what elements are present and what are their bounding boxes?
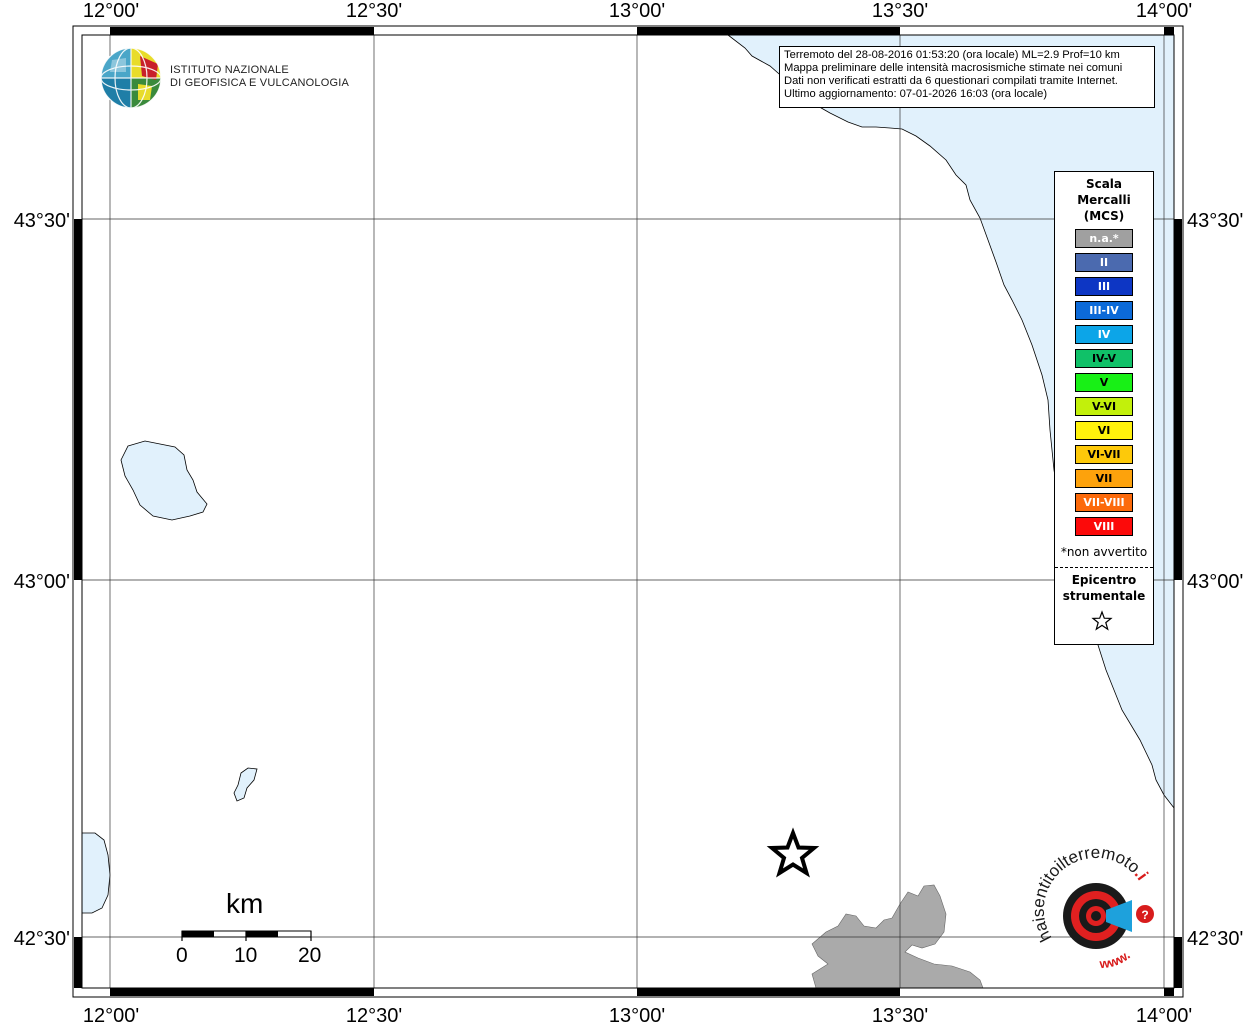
legend-item-viii: VIII <box>1075 517 1133 536</box>
bottom-lon-label: 13°30' <box>872 1005 928 1024</box>
bottom-lon-label: 12°30' <box>346 1005 402 1024</box>
legend-item-v-vi: V-VI <box>1075 397 1133 416</box>
legend-item-vi: VI <box>1075 421 1133 440</box>
top-lon-label: 12°00' <box>83 0 139 22</box>
top-lon-label: 12°30' <box>346 0 402 22</box>
epicenter-label-line: strumentale <box>1062 589 1146 603</box>
event-info-line: Mappa preliminare delle intensità macros… <box>784 62 1123 74</box>
scale-tick-label: 0 <box>176 944 188 967</box>
legend-item-ii: II <box>1075 253 1133 272</box>
legend-item-iv-v: IV-V <box>1075 349 1133 368</box>
bottom-lon-label: 13°00' <box>609 1005 665 1024</box>
legend-title-line: (MCS) <box>1083 209 1125 223</box>
left-lat-label: 43°00' <box>14 571 70 593</box>
legend-item-iv: IV <box>1075 325 1133 344</box>
legend-title-line: Mercalli <box>1077 193 1131 207</box>
legend-star-icon <box>1091 610 1113 631</box>
legend-title: Scala Mercalli (MCS) <box>1055 176 1153 224</box>
scale-tick-label: 20 <box>298 944 322 967</box>
event-info-line: Ultimo aggiornamento: 07-01-2026 16:03 (… <box>784 88 1048 100</box>
legend-title-line: Scala <box>1085 177 1123 191</box>
top-lon-label: 13°30' <box>872 0 928 22</box>
top-lon-label: 13°00' <box>609 0 665 22</box>
epicenter-label: Epicentro strumentale <box>1055 572 1153 604</box>
ingv-logo-text: ISTITUTO NAZIONALE DI GEOFISICA E VULCAN… <box>170 64 349 90</box>
epicenter-label-line: Epicentro <box>1071 573 1137 587</box>
legend-item-vii-viii: VII-VIII <box>1075 493 1133 512</box>
event-info-line: Dati non verificati estratti da 6 questi… <box>784 75 1118 87</box>
legend-item-iii: III <box>1075 277 1133 296</box>
left-lat-label: 42°30' <box>14 928 70 950</box>
left-lat-label: 43°30' <box>14 210 70 232</box>
right-lat-label: 42°30' <box>1187 928 1243 950</box>
mcs-legend: Scala Mercalli (MCS) n.a.* II III III-IV IV I… <box>1054 171 1154 645</box>
legend-item-vii: VII <box>1075 469 1133 488</box>
legend-item-iii-iv: III-IV <box>1075 301 1133 320</box>
legend-item-vi-vii: VI-VII <box>1075 445 1133 464</box>
ingv-logo-icon <box>100 47 162 109</box>
right-lat-label: 43°30' <box>1187 210 1243 232</box>
svg-text:?: ? <box>1141 908 1148 922</box>
event-info-box: Terremoto del 28-08-2016 01:53:20 (ora l… <box>779 46 1155 108</box>
right-lat-label: 43°00' <box>1187 571 1243 593</box>
legend-divider <box>1055 567 1153 568</box>
legend-item-v: V <box>1075 373 1133 392</box>
logo-line-1: ISTITUTO NAZIONALE <box>170 64 289 76</box>
scale-tick-label: 10 <box>234 944 258 967</box>
na-note: *non avvertito <box>1060 545 1148 559</box>
bottom-lon-label: 12°00' <box>83 1005 139 1024</box>
scale-title: km <box>226 888 264 919</box>
event-info-line: Terremoto del 28-08-2016 01:53:20 (ora l… <box>784 49 1120 61</box>
legend-item-n-a: n.a.* <box>1075 229 1133 248</box>
logo-line-2: DI GEOFISICA E VULCANOLOGIA <box>170 77 349 89</box>
bottom-lon-label: 14°00' <box>1136 1005 1192 1024</box>
top-lon-label: 14°00' <box>1136 0 1192 22</box>
